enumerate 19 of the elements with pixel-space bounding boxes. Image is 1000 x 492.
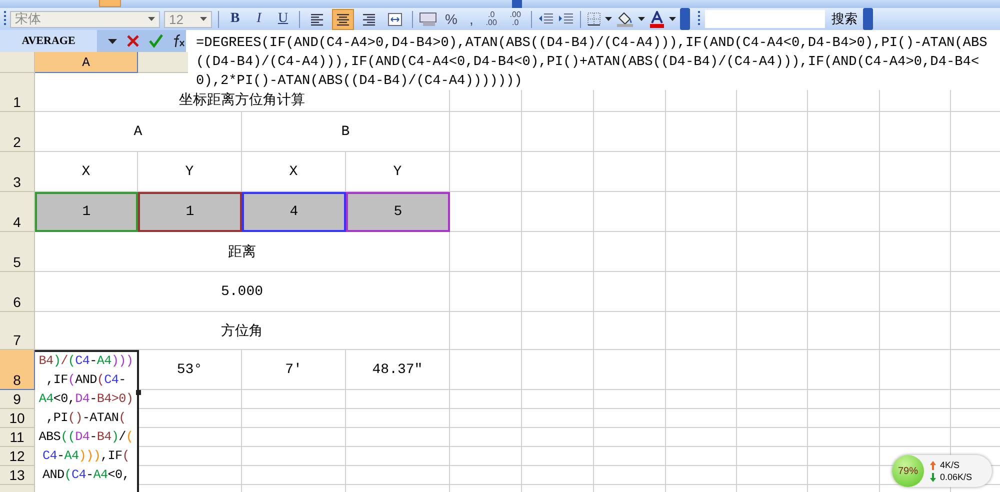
table-cell: 48.37″: [346, 350, 450, 390]
upload-speed: 4K/S: [940, 460, 960, 470]
formula-line: ,PI()-ATAN(: [45, 410, 127, 427]
table-cell: 5.000: [35, 272, 450, 312]
table-cell: B: [242, 112, 450, 152]
formula-line: ABS((D4-B4)/(: [38, 429, 134, 446]
table-cell: 7′: [242, 350, 346, 390]
table-cell: 5: [346, 192, 450, 232]
formula-line: C4-A4))),IF(: [41, 448, 131, 465]
formula-line: B4)/(C4-A4))): [38, 353, 134, 370]
table-cell: 1: [138, 192, 242, 232]
table-cell: A: [35, 112, 242, 152]
table-cell: 1: [35, 192, 138, 232]
formula-line: AND(C4-A4<0,: [41, 467, 131, 484]
table-cell: 距离: [35, 232, 450, 272]
formula-line: ,IF(AND(C4-: [45, 372, 127, 389]
table-cell: 4: [242, 192, 346, 232]
formula-line: A4<0,D4-B4>0): [38, 391, 134, 408]
download-speed: 0.06K/S: [940, 472, 972, 482]
